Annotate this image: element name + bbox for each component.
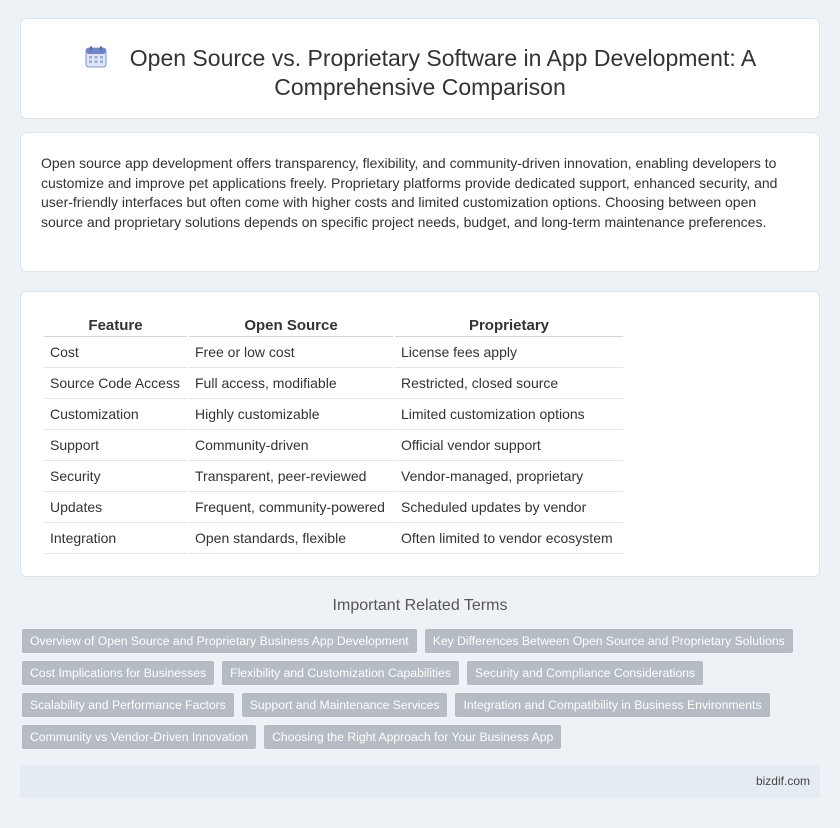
proprietary-cell: Scheduled updates by vendor	[395, 492, 623, 523]
open-source-cell: Community-driven	[189, 430, 393, 461]
table-row: Source Code Access Full access, modifiab…	[44, 368, 623, 399]
table-row: Updates Frequent, community-powered Sche…	[44, 492, 623, 523]
proprietary-cell: Restricted, closed source	[395, 368, 623, 399]
title-line-1: Open Source vs. Proprietary Software in …	[21, 44, 819, 73]
related-term-tag[interactable]: Cost Implications for Businesses	[22, 661, 215, 685]
feature-cell: Source Code Access	[44, 368, 187, 399]
related-term-tag[interactable]: Key Differences Between Open Source and …	[424, 629, 793, 653]
feature-cell: Integration	[44, 523, 187, 554]
comparison-card: Feature Open Source Proprietary Cost Fre…	[20, 291, 820, 577]
header-feature: Feature	[44, 315, 187, 337]
related-term-tag[interactable]: Choosing the Right Approach for Your Bus…	[264, 725, 562, 749]
related-term-tag[interactable]: Support and Maintenance Services	[241, 693, 448, 717]
proprietary-cell: License fees apply	[395, 337, 623, 368]
title-wrap: Open Source vs. Proprietary Software in …	[21, 44, 819, 102]
proprietary-cell: Official vendor support	[395, 430, 623, 461]
page-title: Open Source vs. Proprietary Software in …	[21, 44, 819, 102]
table-header-row: Feature Open Source Proprietary	[44, 315, 623, 337]
comparison-table: Feature Open Source Proprietary Cost Fre…	[42, 315, 625, 554]
table-row: Integration Open standards, flexible Oft…	[44, 523, 623, 554]
intro-card: Open source app development offers trans…	[20, 132, 820, 272]
related-term-tag[interactable]: Community vs Vendor-Driven Innovation	[22, 725, 257, 749]
header-proprietary: Proprietary	[395, 315, 623, 337]
related-term-tag[interactable]: Flexibility and Customization Capabiliti…	[222, 661, 459, 685]
open-source-cell: Open standards, flexible	[189, 523, 393, 554]
calendar-icon	[85, 46, 107, 68]
title-text-1: Open Source vs. Proprietary Software in …	[129, 45, 757, 71]
table-row: Customization Highly customizable Limite…	[44, 399, 623, 430]
table-row: Support Community-driven Official vendor…	[44, 430, 623, 461]
related-term-tag[interactable]: Security and Compliance Considerations	[466, 661, 704, 685]
related-terms-heading: Important Related Terms	[332, 597, 508, 614]
proprietary-cell: Often limited to vendor ecosystem	[395, 523, 623, 554]
related-term-tag[interactable]: Integration and Compatibility in Busines…	[455, 693, 770, 717]
title-text-2: Comprehensive Comparison	[274, 74, 566, 100]
proprietary-cell: Limited customization options	[395, 399, 623, 430]
intro-paragraph: Open source app development offers trans…	[41, 155, 778, 230]
feature-cell: Updates	[44, 492, 187, 523]
header-open-source: Open Source	[189, 315, 393, 337]
proprietary-cell: Vendor-managed, proprietary	[395, 461, 623, 492]
footer: bizdif.com	[20, 765, 820, 798]
related-term-tag[interactable]: Scalability and Performance Factors	[22, 693, 234, 717]
open-source-cell: Transparent, peer-reviewed	[189, 461, 393, 492]
feature-cell: Cost	[44, 337, 187, 368]
open-source-cell: Highly customizable	[189, 399, 393, 430]
related-term-tag[interactable]: Overview of Open Source and Proprietary …	[22, 629, 417, 653]
feature-cell: Support	[44, 430, 187, 461]
open-source-cell: Free or low cost	[189, 337, 393, 368]
header-card: Open Source vs. Proprietary Software in …	[20, 18, 820, 119]
feature-cell: Customization	[44, 399, 187, 430]
related-terms-list: Overview of Open Source and Proprietary …	[22, 629, 802, 749]
footer-site-link[interactable]: bizdif.com	[756, 774, 810, 788]
table-row: Security Transparent, peer-reviewed Vend…	[44, 461, 623, 492]
open-source-cell: Full access, modifiable	[189, 368, 393, 399]
feature-cell: Security	[44, 461, 187, 492]
open-source-cell: Frequent, community-powered	[189, 492, 393, 523]
table-row: Cost Free or low cost License fees apply	[44, 337, 623, 368]
